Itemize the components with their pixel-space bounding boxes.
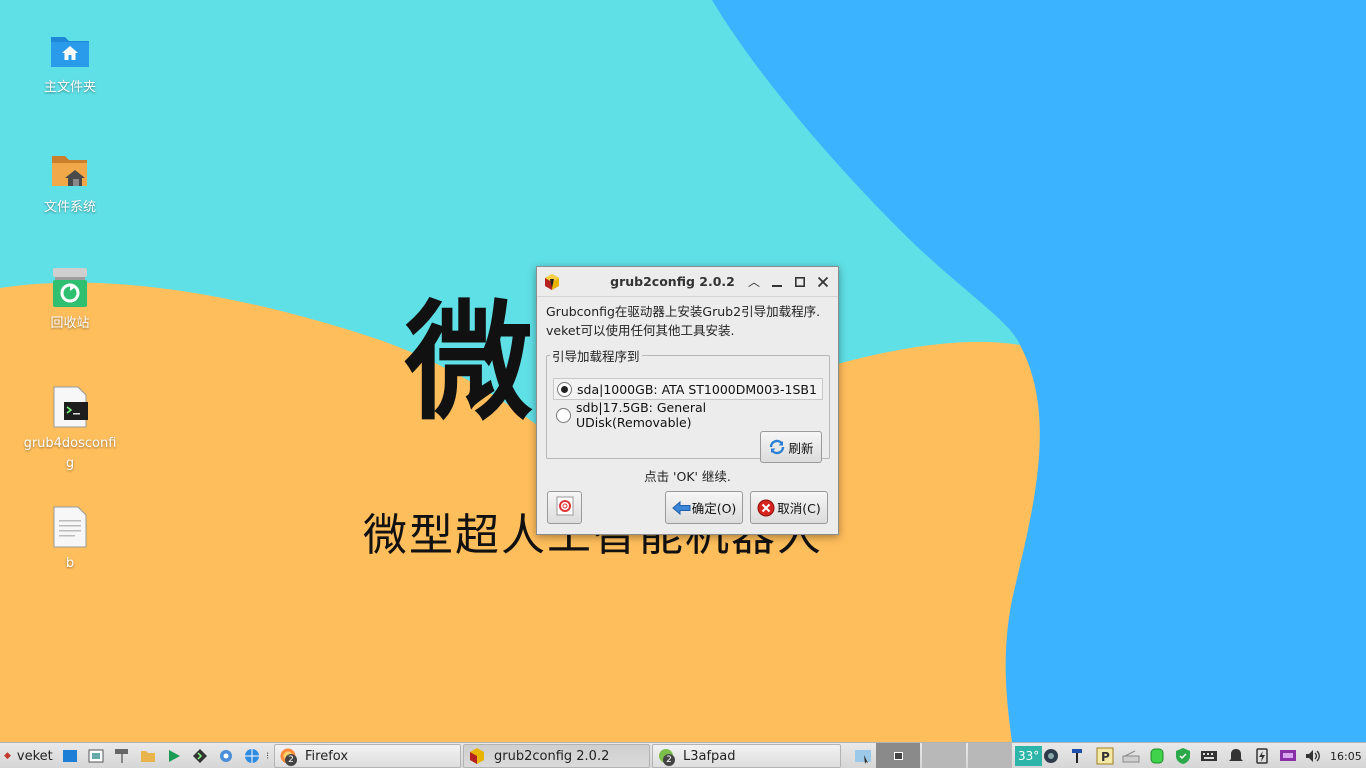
bootloader-target-group: 引导加载程序到 sda|1000GB: ATA ST1000DM003-1SB1… [546,346,830,463]
workspace-1[interactable] [876,743,920,768]
start-menu-label: veket [16,748,53,764]
task-label: Firefox [305,748,349,764]
continue-hint: 点击 'OK' 继续. [644,469,731,484]
terminal-script-icon [49,386,91,428]
home-folder-icon [49,30,91,72]
refresh-label: 刷新 [788,440,814,456]
desktop-icon-home[interactable]: 主文件夹 [20,30,120,98]
shield-icon[interactable] [1174,747,1192,765]
minimize-icon[interactable] [768,273,786,291]
cancel-label: 取消(C) [777,501,821,516]
network-plug-icon[interactable] [1068,747,1086,765]
storage-cylinder-icon[interactable] [1148,747,1166,765]
chevron-up-icon[interactable]: ︿ [745,273,763,291]
desktop-icon-label: 主文件夹 [43,80,96,95]
cancel-button[interactable]: 取消(C) [750,491,828,524]
task-firefox[interactable]: 2 Firefox [274,744,461,768]
radio-label: sda|1000GB: ATA ST1000DM003-1SB1 [577,381,817,397]
desktop-icon-recycle-bin[interactable]: 回收站 [20,266,120,334]
radio-button[interactable] [557,381,572,397]
radio-label: sdb|17.5GB: General UDisk(Removable) [576,400,707,430]
refresh-icon [768,438,786,456]
radio-button[interactable] [556,407,571,423]
cpu-temperature[interactable]: 33° [1015,746,1043,766]
task-l3afpad[interactable]: 2 L3afpad [652,744,841,768]
start-menu-button[interactable]: ◆ veket [4,743,53,768]
settings-gear-icon[interactable] [218,748,234,764]
notification-bell-icon[interactable] [1227,747,1245,765]
desktop-icon-grub4dosconfig[interactable]: grub4dosconfig [20,386,120,474]
refresh-button[interactable]: 刷新 [760,431,822,463]
show-desktop-icon[interactable] [62,748,78,764]
description-line: veket可以使用任何其他工具安装. [546,323,735,338]
dialog-titlebar[interactable]: grub2config 2.0.2 ︿ [537,267,838,297]
desktop-icon-label: grub4dosconfig [23,436,117,471]
ok-label: 确定(O) [691,501,737,516]
editor-icon: 2 [657,747,675,766]
task-grub2config[interactable]: grub2config 2.0.2 [463,744,650,768]
grub2config-dialog: grub2config 2.0.2 ︿ Grubconfig在驱动器上安装Gru… [536,266,839,535]
maximize-icon[interactable] [791,273,809,291]
close-icon[interactable] [814,273,832,291]
volume-icon[interactable] [1304,747,1322,765]
desktop-icon-filesystem[interactable]: 文件系统 [20,150,120,218]
scanner-icon[interactable] [1122,747,1140,765]
folder-icon[interactable] [140,748,156,764]
group-label: 引导加载程序到 [552,349,640,364]
cancel-icon [757,499,775,517]
battery-power-icon[interactable] [1253,747,1271,765]
menu-arrow-icon: ◆ [4,751,11,761]
separator-handle-icon: ⁝ [266,750,270,762]
desktop-icon-file-b[interactable]: b [20,506,120,574]
clock[interactable]: 16:05 [1330,743,1362,768]
hardware-chip-icon[interactable] [1042,747,1060,765]
desktop-icon-label: 回收站 [50,316,90,331]
help-button[interactable] [547,491,582,524]
parking-p-icon[interactable]: P [1096,747,1114,765]
workspace-2[interactable] [922,743,966,768]
play-icon[interactable] [166,748,182,764]
filesystem-icon [49,150,91,192]
svg-text:P: P [1101,750,1110,764]
keyboard-icon[interactable] [1200,747,1218,765]
desktop-icon-label: 文件系统 [43,200,96,215]
recycle-bin-icon [49,266,91,308]
workspace-3[interactable] [968,743,1012,768]
browser-globe-icon[interactable] [244,748,260,764]
wallpaper-big-char: 微 [405,289,534,438]
description-line: Grubconfig在驱动器上安装Grub2引导加载程序. [546,304,821,319]
radio-option-sda[interactable]: sda|1000GB: ATA ST1000DM003-1SB1 [553,378,823,400]
network-drop-icon[interactable] [854,747,872,765]
firefox-icon: 2 [279,747,297,766]
screenshot-icon[interactable] [88,748,104,764]
paint-roller-icon[interactable] [114,748,130,764]
enter-arrow-icon [671,499,691,517]
terminal-icon[interactable] [192,748,208,764]
text-file-icon [49,506,91,548]
dialog-description: Grubconfig在驱动器上安装Grub2引导加载程序. veket可以使用任… [546,302,836,340]
lifebuoy-icon [556,496,574,519]
ok-button[interactable]: 确定(O) [665,491,743,524]
taskbar: ◆ veket ⁝ 2 Firefox grub2config 2.0.2 2 … [0,742,1366,768]
radio-option-sdb[interactable]: sdb|17.5GB: General UDisk(Removable) [553,400,823,430]
task-count-badge: 2 [663,754,675,766]
grub-app-icon [468,747,486,765]
task-label: L3afpad [683,748,736,764]
task-count-badge: 2 [285,754,297,766]
workspace-window-marker-icon [894,752,903,760]
desktop-icon-label: b [65,556,75,571]
task-label: grub2config 2.0.2 [494,748,610,764]
screen-record-icon[interactable] [1279,747,1297,765]
